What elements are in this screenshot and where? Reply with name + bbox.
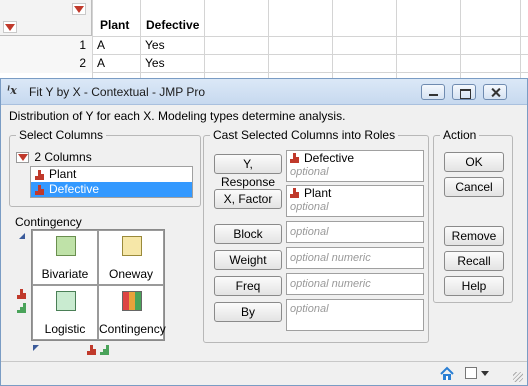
action-panel: Action OK Cancel Remove Recall Help [433,128,513,303]
block-button[interactable]: Block [214,224,282,244]
y-response-field[interactable]: Defective optional [286,150,424,182]
nominal-x-icon [87,345,99,355]
platform-label: Oneway [108,267,154,281]
by-field[interactable]: optional [286,299,424,331]
table-cell[interactable]: A [93,54,139,73]
contingency-icon [122,291,142,311]
platform-bivariate[interactable]: Bivariate [32,230,98,285]
jmp-platform-icon: ˡx [7,84,17,97]
column-list[interactable]: Plant Defective [30,166,193,198]
column-header-defective[interactable]: Defective [140,16,204,36]
title-bar[interactable]: ˡx Fit Y by X - Contextual - JMP Pro [1,79,527,105]
y-axis-triangle-icon [19,233,25,239]
role-value-label: Plant [304,186,332,200]
role-value: Plant [290,186,423,200]
home-icon[interactable] [439,366,455,382]
oneway-icon [122,236,142,256]
nominal-icon [35,170,45,180]
maximize-button[interactable] [452,84,476,100]
nominal-icon [35,185,45,195]
role-hint: optional numeric [290,252,371,264]
remove-button[interactable]: Remove [444,226,504,246]
freq-button[interactable]: Freq [214,276,282,296]
fit-y-by-x-dialog: ˡx Fit Y by X - Contextual - JMP Pro Dis… [0,78,528,386]
cancel-button[interactable]: Cancel [444,177,504,197]
block-field[interactable]: optional [286,221,424,243]
platform-grid: Bivariate Oneway Logistic Contingency [31,229,166,341]
columns-menu-button[interactable] [72,3,86,15]
columns-header: 2 Columns [16,150,92,164]
chevron-down-icon[interactable] [481,371,489,376]
select-columns-label: Select Columns [16,128,107,142]
nominal-y-icon [17,289,29,299]
row-number[interactable]: 1 [0,36,92,55]
column-header-plant[interactable]: Plant [94,16,140,36]
role-hint: optional [290,226,329,238]
help-button[interactable]: Help [444,276,504,296]
recall-button[interactable]: Recall [444,251,504,271]
nominal-icon [290,153,300,163]
x-factor-button[interactable]: X, Factor [214,189,282,209]
role-value: Defective [290,151,423,165]
select-columns-panel: Select Columns 2 Columns Plant Defective [9,128,201,207]
column-item-defective[interactable]: Defective [31,182,192,197]
by-button[interactable]: By [214,302,282,322]
ok-button[interactable]: OK [444,152,504,172]
resize-grip-icon[interactable] [513,372,523,382]
nominal-icon [290,188,300,198]
y-response-button[interactable]: Y, Response [214,154,282,189]
column-item-label: Defective [49,182,100,196]
platform-label: Logistic [44,322,86,336]
column-item-plant[interactable]: Plant [31,167,192,182]
cast-roles-label: Cast Selected Columns into Roles [210,128,399,142]
platform-label: Bivariate [41,267,89,281]
red-triangle-icon [74,6,84,13]
red-triangle-icon [5,24,15,31]
status-bar [1,361,527,385]
columns-count: 2 Columns [34,150,92,164]
columns-list-menu[interactable] [16,152,29,164]
logistic-icon [56,291,76,311]
action-label: Action [440,128,480,142]
table-cell[interactable]: A [93,36,139,55]
window-list-checkbox[interactable] [465,367,477,379]
freq-field[interactable]: optional numeric [286,273,424,295]
window-title: Fit Y by X - Contextual - JMP Pro [29,85,206,99]
column-item-label: Plant [49,167,77,181]
platform-logistic[interactable]: Logistic [32,285,98,340]
continuous-y-icon [17,303,29,313]
role-hint: optional [290,303,329,315]
platform-label: Contingency [99,322,166,336]
row-number[interactable]: 2 [0,54,92,73]
role-hint: optional numeric [290,278,371,290]
platform-contingency[interactable]: Contingency [98,285,166,340]
role-hint: optional [290,166,329,178]
rows-menu-button[interactable] [3,21,17,33]
continuous-x-icon [100,345,112,355]
dialog-description: Distribution of Y for each X. Modeling t… [9,109,346,123]
x-factor-field[interactable]: Plant optional [286,185,424,217]
table-cell[interactable]: Yes [141,54,203,73]
red-triangle-icon [18,154,28,162]
role-hint: optional [290,201,329,213]
table-cell[interactable]: Yes [141,36,203,55]
platform-oneway[interactable]: Oneway [98,230,164,285]
current-platform-label: Contingency [15,215,82,229]
role-value-label: Defective [304,151,355,165]
weight-button[interactable]: Weight [214,250,282,270]
minimize-button[interactable] [421,84,445,100]
x-axis-triangle-icon [33,345,39,351]
close-button[interactable] [483,84,507,100]
bivariate-icon [56,236,76,256]
cast-roles-panel: Cast Selected Columns into Roles Y, Resp… [203,128,429,343]
weight-field[interactable]: optional numeric [286,247,424,269]
